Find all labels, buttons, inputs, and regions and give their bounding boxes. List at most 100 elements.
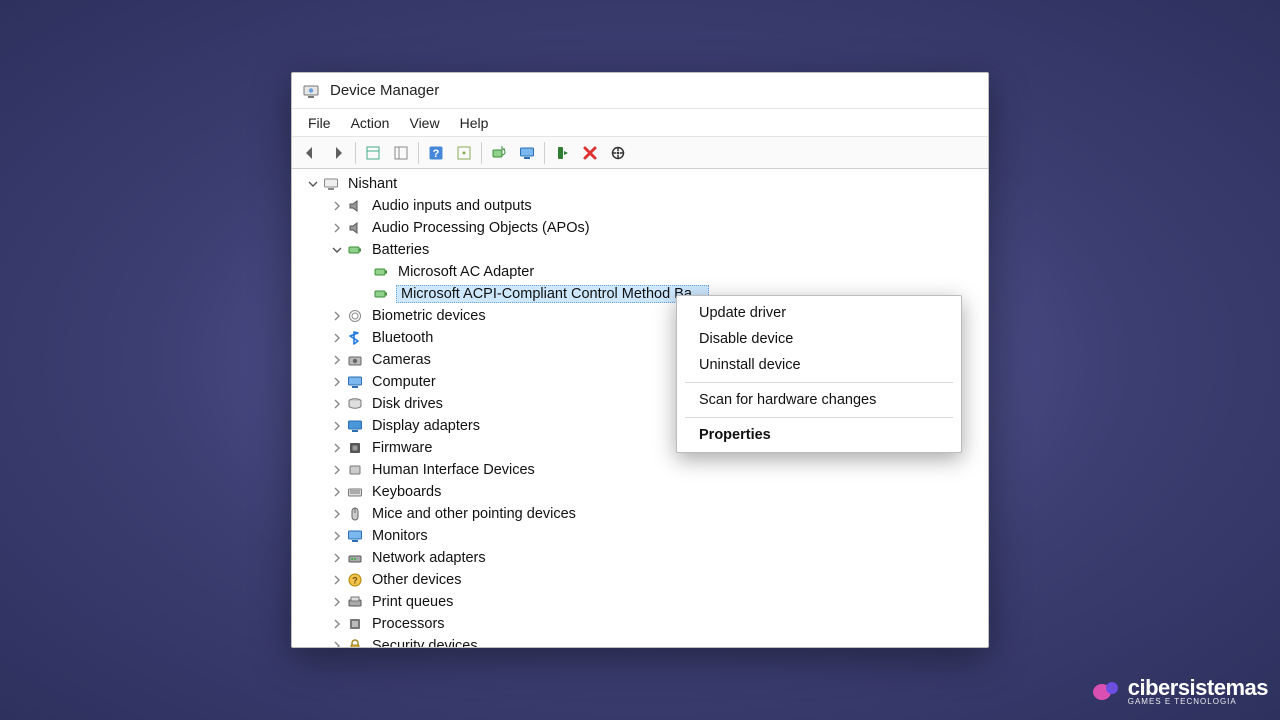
chevron-right-icon[interactable] — [330, 331, 344, 345]
battery-icon — [372, 263, 390, 281]
tree-node-label: Keyboards — [370, 484, 443, 500]
blob-icon — [1092, 680, 1120, 702]
chevron-right-icon[interactable] — [330, 441, 344, 455]
chevron-right-icon[interactable] — [330, 199, 344, 213]
chevron-down-icon[interactable] — [330, 243, 344, 257]
chevron-right-icon[interactable] — [330, 397, 344, 411]
tree-leaf[interactable]: Microsoft AC Adapter — [294, 261, 986, 283]
details-pane-button[interactable] — [388, 140, 414, 166]
chip-icon — [346, 439, 364, 457]
tree-node[interactable]: Keyboards — [294, 481, 986, 503]
back-button[interactable] — [297, 140, 323, 166]
tree-node-label: Processors — [370, 616, 447, 632]
tree-node[interactable]: Monitors — [294, 525, 986, 547]
chevron-right-icon[interactable] — [330, 595, 344, 609]
tree-node[interactable]: Network adapters — [294, 547, 986, 569]
tree-root-label: Nishant — [346, 176, 399, 192]
tree-node[interactable]: Print queues — [294, 591, 986, 613]
enable-button[interactable] — [549, 140, 575, 166]
chevron-right-icon[interactable] — [330, 463, 344, 477]
mouse-icon — [346, 505, 364, 523]
tree-root[interactable]: Nishant — [294, 173, 986, 195]
chevron-down-icon[interactable] — [306, 177, 320, 191]
tree-node-label: Print queues — [370, 594, 455, 610]
window-title: Device Manager — [330, 82, 439, 99]
tree-node[interactable]: Batteries — [294, 239, 986, 261]
context-menu-item[interactable]: Disable device — [677, 326, 961, 352]
menu-view[interactable]: View — [399, 113, 449, 133]
chevron-right-icon[interactable] — [330, 419, 344, 433]
chevron-right-icon[interactable] — [330, 375, 344, 389]
monitor-button[interactable] — [514, 140, 540, 166]
tree-node[interactable]: Audio Processing Objects (APOs) — [294, 217, 986, 239]
device-manager-window: Device Manager File Action View Help ? N… — [291, 72, 989, 648]
unknown-icon: ? — [346, 571, 364, 589]
tree-node[interactable]: Processors — [294, 613, 986, 635]
show-pane-button[interactable] — [360, 140, 386, 166]
svg-text:?: ? — [433, 148, 440, 160]
tree-node[interactable]: Mice and other pointing devices — [294, 503, 986, 525]
tree-leaf-label: Microsoft AC Adapter — [396, 264, 536, 280]
chevron-right-icon[interactable] — [330, 485, 344, 499]
chevron-right-icon[interactable] — [330, 309, 344, 323]
lock-icon — [346, 637, 364, 647]
chevron-right-icon[interactable] — [330, 551, 344, 565]
scan-hardware-button[interactable] — [605, 140, 631, 166]
forward-button[interactable] — [325, 140, 351, 166]
battery-icon — [372, 285, 390, 303]
printer-icon — [346, 593, 364, 611]
tree-node-label: Network adapters — [370, 550, 488, 566]
show-hidden-button[interactable] — [451, 140, 477, 166]
tree-node[interactable]: Security devices — [294, 635, 986, 647]
disk-icon — [346, 395, 364, 413]
tree-node[interactable]: Human Interface Devices — [294, 459, 986, 481]
chevron-right-icon[interactable] — [330, 617, 344, 631]
chevron-right-icon[interactable] — [330, 529, 344, 543]
tree-node-label: Monitors — [370, 528, 430, 544]
computer-icon — [322, 175, 340, 193]
tree-node-label: Other devices — [370, 572, 463, 588]
tree-node-label: Firmware — [370, 440, 434, 456]
chevron-right-icon[interactable] — [330, 639, 344, 647]
chevron-right-icon[interactable] — [330, 221, 344, 235]
watermark-sub: GAMES E TECNOLOGIA — [1128, 697, 1268, 706]
tree-node[interactable]: ? Other devices — [294, 569, 986, 591]
chevron-right-icon[interactable] — [330, 353, 344, 367]
help-button[interactable]: ? — [423, 140, 449, 166]
tree-node[interactable]: Audio inputs and outputs — [294, 195, 986, 217]
context-menu: Update driverDisable deviceUninstall dev… — [676, 295, 962, 453]
display-icon — [346, 417, 364, 435]
battery-icon — [346, 241, 364, 259]
cpu-icon — [346, 615, 364, 633]
chevron-right-icon[interactable] — [330, 573, 344, 587]
monitor-icon — [346, 373, 364, 391]
tree-node-label: Biometric devices — [370, 308, 488, 324]
hid-icon — [346, 461, 364, 479]
toolbar-separator — [355, 142, 356, 164]
menu-help[interactable]: Help — [450, 113, 499, 133]
chevron-right-icon[interactable] — [330, 507, 344, 521]
watermark: cibersistemas GAMES E TECNOLOGIA — [1092, 675, 1268, 706]
app-icon — [302, 82, 320, 100]
menu-file[interactable]: File — [298, 113, 341, 133]
tree-node-label: Audio inputs and outputs — [370, 198, 534, 214]
tree-node-label: Display adapters — [370, 418, 482, 434]
tree-node-label: Cameras — [370, 352, 433, 368]
keyboard-icon — [346, 483, 364, 501]
tree-node-label: Batteries — [370, 242, 431, 258]
context-menu-item[interactable]: Scan for hardware changes — [677, 387, 961, 413]
uninstall-button[interactable] — [577, 140, 603, 166]
context-menu-item[interactable]: Update driver — [677, 300, 961, 326]
toolbar: ? — [292, 137, 988, 169]
menu-action[interactable]: Action — [341, 113, 400, 133]
toolbar-separator — [544, 142, 545, 164]
tree-node-label: Audio Processing Objects (APOs) — [370, 220, 592, 236]
speaker-icon — [346, 219, 364, 237]
context-menu-item[interactable]: Uninstall device — [677, 352, 961, 378]
svg-text:?: ? — [352, 576, 358, 586]
tree-node-label: Computer — [370, 374, 438, 390]
context-menu-item[interactable]: Properties — [677, 422, 961, 448]
tree-node-label: Bluetooth — [370, 330, 435, 346]
update-driver-button[interactable] — [486, 140, 512, 166]
context-menu-separator — [685, 417, 953, 418]
